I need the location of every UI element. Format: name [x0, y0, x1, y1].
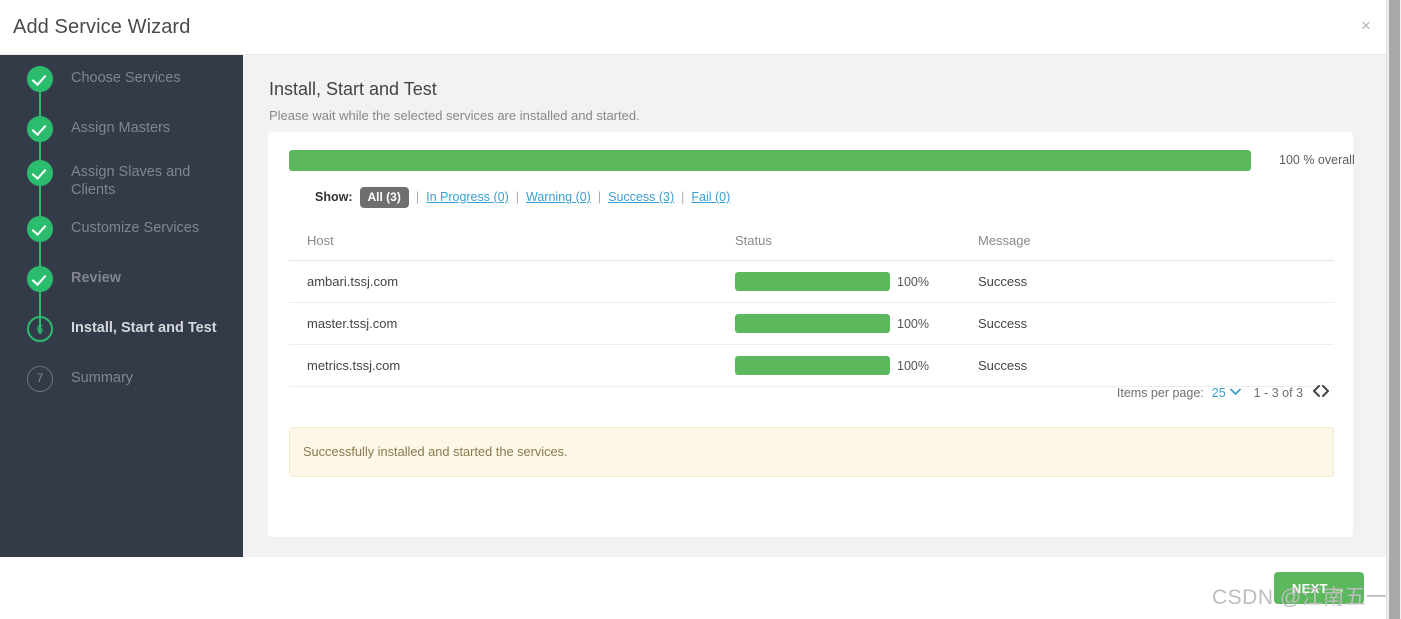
step-check-icon: [27, 160, 53, 186]
table-row[interactable]: ambari.tssj.com 100% Success: [289, 260, 1334, 303]
sidebar-step-7[interactable]: 7 Summary: [0, 366, 243, 416]
row-progress-track: [735, 356, 890, 375]
row-progress-label: 100%: [897, 358, 929, 373]
step-check-icon: [27, 116, 53, 142]
pagination-prev-icon[interactable]: [1312, 385, 1321, 400]
sidebar-step-label: Assign Slaves and Clients: [71, 164, 191, 198]
step-number: 7: [36, 371, 44, 385]
overall-progress-track: [289, 150, 1251, 171]
close-icon[interactable]: ×: [1355, 15, 1377, 37]
scrollbar-thumb[interactable]: [1389, 0, 1400, 619]
sidebar-step-1[interactable]: Choose Services: [0, 66, 243, 116]
main-content: Install, Start and Test Please wait whil…: [243, 55, 1386, 557]
content-heading: Install, Start and Test: [269, 79, 437, 99]
table-row[interactable]: metrics.tssj.com 100% Success: [289, 344, 1334, 387]
pagination-controls: Items per page: 25 1 - 3 of 3: [1117, 385, 1330, 400]
table-header: Host Status Message: [289, 224, 1334, 261]
overall-progress-fill: [289, 150, 1251, 171]
cell-host: metrics.tssj.com: [289, 344, 717, 387]
row-progress: 100%: [735, 272, 960, 291]
status-banner-text: Successfully installed and started the s…: [303, 444, 568, 459]
wizard-window: Add Service Wizard × Choose Services Assi…: [0, 0, 1401, 619]
wizard-footer: [0, 557, 1386, 619]
row-progress-track: [735, 314, 890, 333]
sidebar-step-label: Install, Start and Test: [71, 320, 217, 336]
page-title: Add Service Wizard: [13, 16, 191, 38]
status-banner: Successfully installed and started the s…: [289, 427, 1334, 477]
filter-separator: |: [515, 190, 520, 204]
step-number-badge: 7: [27, 366, 53, 392]
filter-separator: |: [415, 190, 420, 204]
sidebar-step-6[interactable]: 6 Install, Start and Test: [0, 316, 243, 366]
cell-host: ambari.tssj.com: [289, 260, 717, 303]
filter-separator: |: [681, 190, 685, 204]
filter-option[interactable]: All (3): [359, 187, 409, 208]
show-label: Show:: [315, 190, 353, 204]
next-button[interactable]: NEXT →: [1274, 572, 1364, 604]
arrow-right-icon: →: [1332, 580, 1347, 596]
row-progress-label: 100%: [897, 274, 929, 289]
filter-option[interactable]: Warning (0): [526, 190, 591, 204]
host-status-table: Host Status Message ambari.tssj.com 100% S…: [289, 224, 1334, 387]
chevron-down-icon[interactable]: [1229, 387, 1241, 399]
wizard-sidebar: Choose Services Assign Masters Assign Slav…: [0, 55, 243, 557]
cell-message: Success: [960, 302, 1334, 345]
overall-progress-row: 100 % overall: [289, 150, 1355, 172]
row-progress-fill: [735, 356, 890, 375]
install-progress-card: 100 % overall Show: All (3) | In Progress …: [268, 132, 1355, 537]
row-progress: 100%: [735, 314, 960, 333]
row-progress-fill: [735, 272, 890, 291]
cell-message: Success: [960, 344, 1334, 387]
content-subheading: Please wait while the selected services …: [269, 108, 640, 123]
window-titlebar: Add Service Wizard ×: [0, 0, 1386, 55]
step-check-icon: [27, 216, 53, 242]
sidebar-step-2[interactable]: Assign Masters: [0, 116, 243, 166]
table-header-row: Host Status Message: [289, 224, 1334, 261]
filter-option[interactable]: Success (3): [608, 190, 674, 204]
cell-status: 100%: [717, 302, 960, 345]
sidebar-step-label: Review: [71, 270, 121, 286]
vertical-scrollbar[interactable]: [1386, 0, 1401, 619]
sidebar-step-label: Assign Masters: [71, 120, 171, 136]
sidebar-step-5[interactable]: Review: [0, 266, 243, 316]
row-progress-label: 100%: [897, 316, 929, 331]
column-header-status: Status: [717, 224, 960, 261]
cell-status: 100%: [717, 344, 960, 387]
status-filter-bar: Show: All (3) | In Progress (0) | Warning (0…: [315, 187, 730, 208]
table-body: ambari.tssj.com 100% Success master.tssj.co…: [289, 260, 1334, 387]
sidebar-step-label: Customize Services: [71, 220, 200, 236]
sidebar-step-3[interactable]: Assign Slaves and Clients: [0, 160, 243, 210]
filter-options: All (3) | In Progress (0) | Warning (0) | Succ…: [359, 187, 730, 208]
column-header-host: Host: [289, 224, 717, 261]
sidebar-step-label: Summary: [71, 370, 134, 386]
next-button-label: NEXT: [1291, 580, 1328, 596]
step-number-badge: 6: [27, 316, 53, 342]
step-check-icon: [27, 266, 53, 292]
cell-status: 100%: [717, 260, 960, 303]
table-row[interactable]: master.tssj.com 100% Success: [289, 302, 1334, 345]
row-progress-fill: [735, 314, 890, 333]
filter-option[interactable]: Fail (0): [691, 190, 730, 204]
pagination-next-icon[interactable]: [1321, 385, 1330, 400]
cell-host: master.tssj.com: [289, 302, 717, 345]
overall-progress-label: 100 % overall: [1279, 153, 1355, 167]
cell-message: Success: [960, 260, 1334, 303]
pagination-range: 1 - 3 of 3: [1253, 385, 1303, 400]
row-progress: 100%: [735, 356, 960, 375]
step-check-icon: [27, 66, 53, 92]
column-header-message: Message: [960, 224, 1334, 261]
filter-separator: |: [597, 190, 602, 204]
items-per-page-value[interactable]: 25: [1212, 386, 1226, 400]
sidebar-step-4[interactable]: Customize Services: [0, 216, 243, 266]
row-progress-track: [735, 272, 890, 291]
step-number: 6: [36, 322, 44, 336]
items-per-page-label: Items per page:: [1116, 385, 1204, 400]
filter-option[interactable]: In Progress (0): [426, 190, 509, 204]
sidebar-step-label: Choose Services: [71, 70, 181, 86]
